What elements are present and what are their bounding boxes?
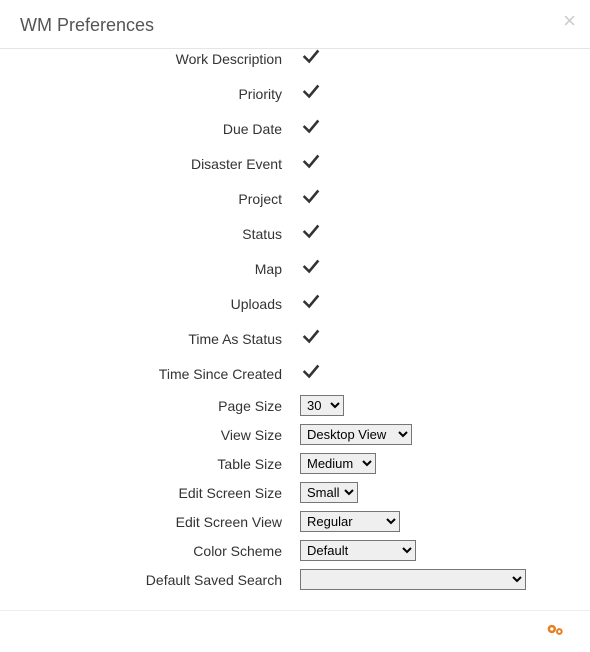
- check-icon[interactable]: [300, 49, 322, 67]
- edit-screen-size-select[interactable]: Small: [300, 482, 358, 503]
- check-icon[interactable]: [300, 150, 322, 172]
- toggle-label: Time Since Created: [0, 356, 300, 391]
- toggle-label: Map: [0, 251, 300, 286]
- toggle-label: Due Date: [0, 111, 300, 146]
- toggle-label: Uploads: [0, 286, 300, 321]
- select-label: Page Size: [0, 391, 300, 420]
- modal-body: Request TypeRequestor NameRequestor Phon…: [0, 49, 590, 604]
- settings-gears-icon[interactable]: [546, 621, 566, 642]
- check-icon[interactable]: [300, 290, 322, 312]
- check-icon[interactable]: [300, 360, 322, 382]
- select-label: Table Size: [0, 449, 300, 478]
- check-icon[interactable]: [300, 115, 322, 137]
- toggle-row: Work Description: [0, 49, 590, 76]
- table-size-select[interactable]: Medium: [300, 453, 376, 474]
- view-size-select[interactable]: Desktop View: [300, 424, 412, 445]
- color-scheme-select[interactable]: Default: [300, 540, 416, 561]
- default-saved-search-select[interactable]: [300, 569, 526, 590]
- preferences-form: Request TypeRequestor NameRequestor Phon…: [0, 49, 590, 594]
- select-row-page-size: Page Size30: [0, 391, 590, 420]
- select-row-edit-screen-size: Edit Screen SizeSmall: [0, 478, 590, 507]
- toggle-label: Project: [0, 181, 300, 216]
- toggle-label: Time As Status: [0, 321, 300, 356]
- check-icon[interactable]: [300, 80, 322, 102]
- modal-title: WM Preferences: [20, 15, 570, 36]
- select-row-default-saved-search: Default Saved Search: [0, 565, 590, 594]
- close-icon: ×: [563, 8, 576, 33]
- check-icon[interactable]: [300, 220, 322, 242]
- toggle-row: Due Date: [0, 111, 590, 146]
- edit-screen-view-select[interactable]: Regular: [300, 511, 400, 532]
- toggle-row: Project: [0, 181, 590, 216]
- modal-footer: [0, 610, 590, 652]
- toggle-row: Map: [0, 251, 590, 286]
- toggle-row: Status: [0, 216, 590, 251]
- toggle-row: Priority: [0, 76, 590, 111]
- select-row-table-size: Table SizeMedium: [0, 449, 590, 478]
- toggle-row: Time Since Created: [0, 356, 590, 391]
- check-icon[interactable]: [300, 185, 322, 207]
- select-row-edit-screen-view: Edit Screen ViewRegular: [0, 507, 590, 536]
- toggle-label: Disaster Event: [0, 146, 300, 181]
- page-size-select[interactable]: 30: [300, 395, 344, 416]
- close-button[interactable]: ×: [563, 10, 576, 32]
- modal-header: WM Preferences ×: [0, 0, 590, 49]
- toggle-row: Time As Status: [0, 321, 590, 356]
- check-icon[interactable]: [300, 325, 322, 347]
- toggle-label: Priority: [0, 76, 300, 111]
- select-label: Edit Screen Size: [0, 478, 300, 507]
- select-label: Default Saved Search: [0, 565, 300, 594]
- select-label: Edit Screen View: [0, 507, 300, 536]
- toggle-row: Disaster Event: [0, 146, 590, 181]
- select-row-view-size: View SizeDesktop View: [0, 420, 590, 449]
- select-label: View Size: [0, 420, 300, 449]
- select-row-color-scheme: Color SchemeDefault: [0, 536, 590, 565]
- toggle-label: Work Description: [0, 49, 300, 76]
- toggle-label: Status: [0, 216, 300, 251]
- select-label: Color Scheme: [0, 536, 300, 565]
- check-icon[interactable]: [300, 255, 322, 277]
- toggle-row: Uploads: [0, 286, 590, 321]
